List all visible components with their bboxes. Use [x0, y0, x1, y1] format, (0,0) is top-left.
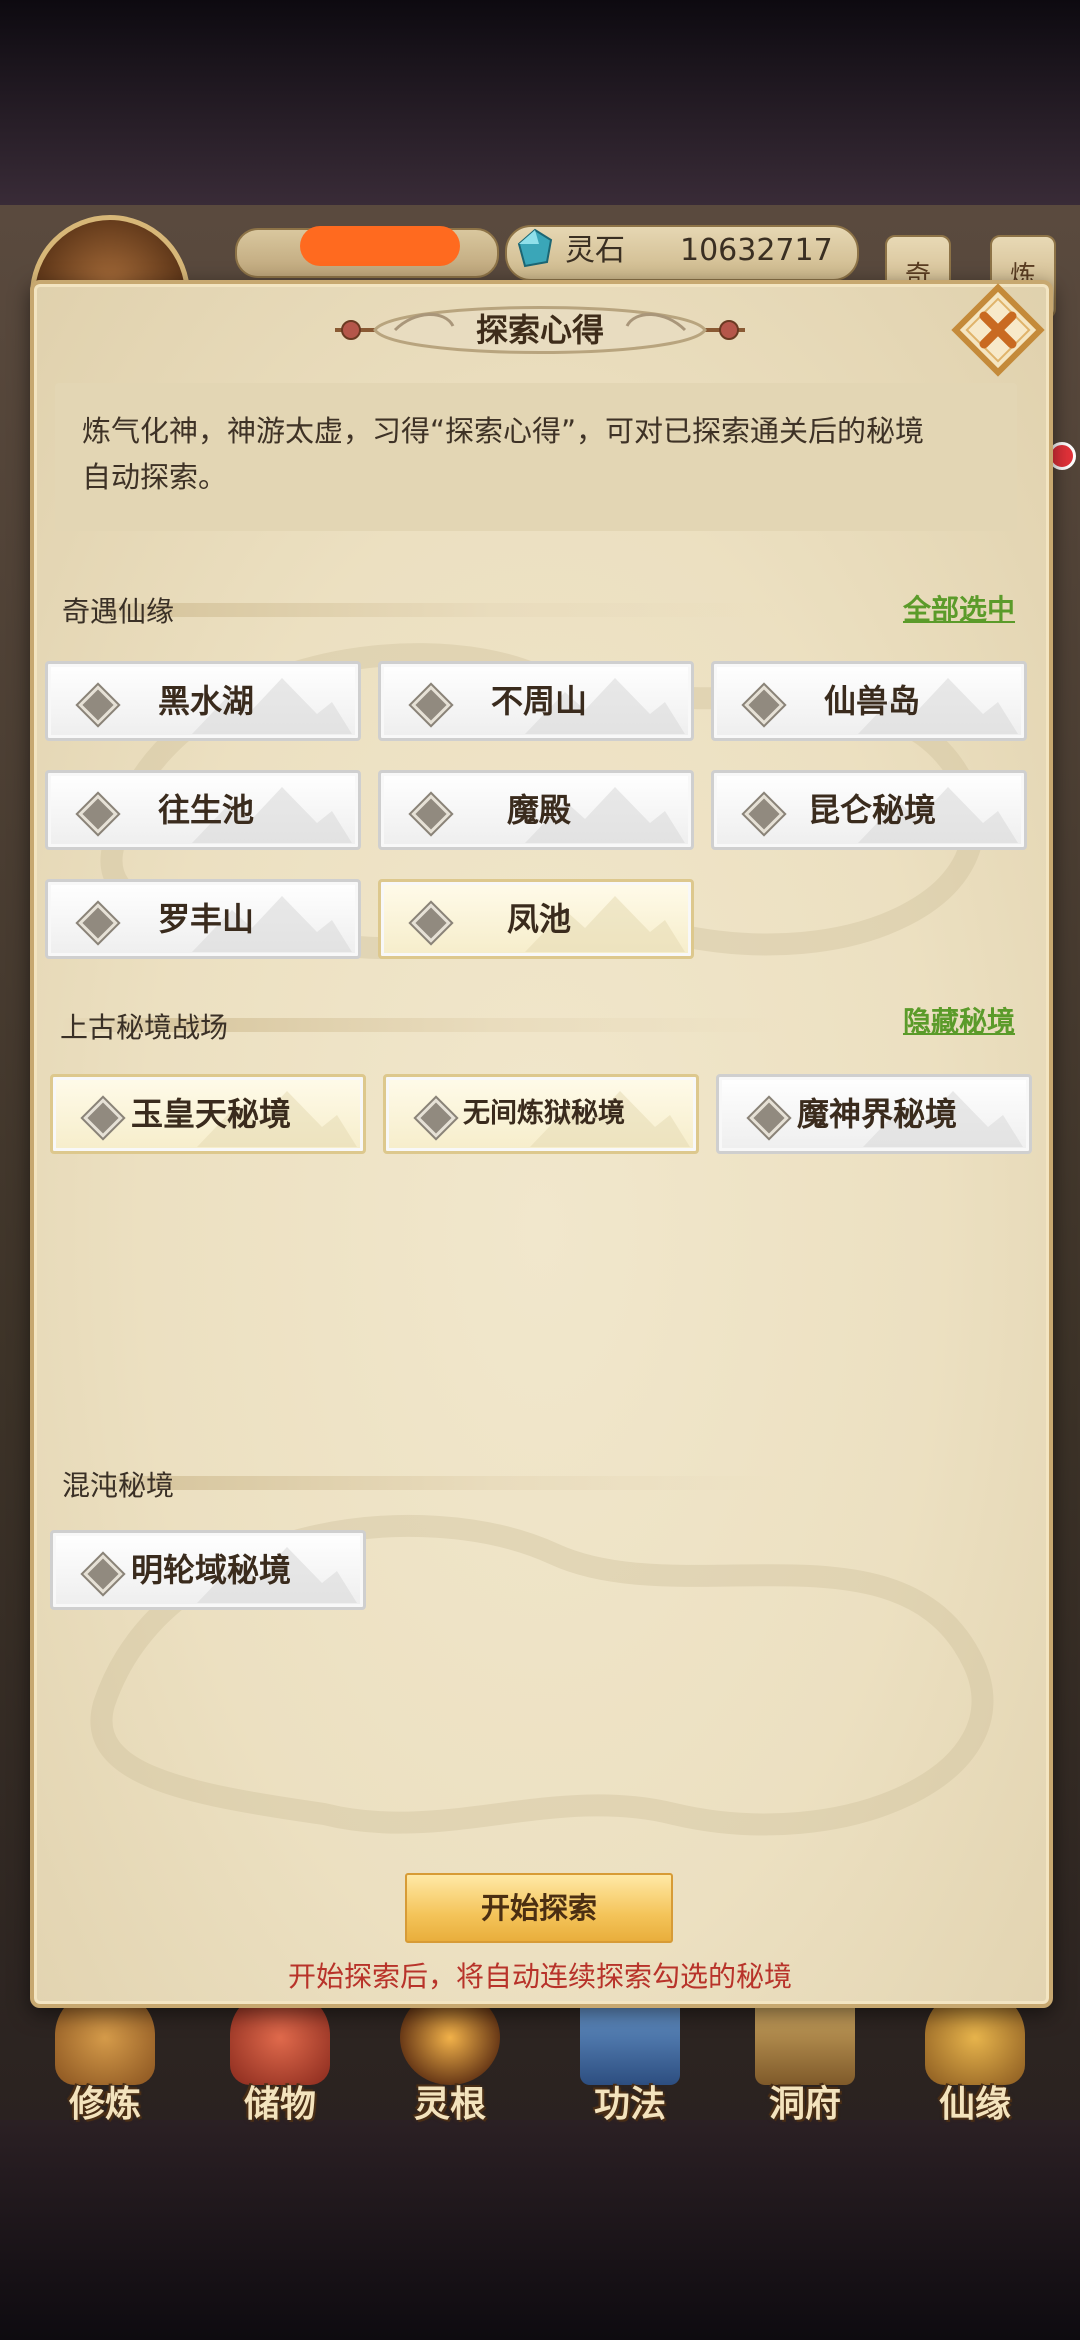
nav-cultivate[interactable]: 修炼: [20, 1990, 190, 2130]
description-text: 炼气化神，神游太虚，习得“探索心得”，可对已探索通关后的秘境 自动探索。: [82, 408, 1002, 500]
location-label: 往生池: [157, 791, 254, 829]
location-label: 凤池: [506, 900, 571, 938]
location-chip-wujianlianyu[interactable]: 无间炼狱秘境: [383, 1074, 699, 1154]
status-area: [0, 0, 1080, 210]
nav-cultivate-label: 修炼: [68, 2084, 141, 2125]
location-label: 玉皇天秘境: [130, 1095, 291, 1133]
bottom-nav: 修炼 储物 灵根 功法 洞府 仙缘: [0, 1990, 1080, 2130]
location-chip-minglunyu[interactable]: 明轮域秘境: [50, 1530, 366, 1610]
location-chip-luofengshan[interactable]: 罗丰山: [45, 879, 361, 959]
start-explore-button[interactable]: 开始探索: [405, 1873, 673, 1943]
location-label: 不周山: [490, 682, 587, 720]
section-title-encounters: 奇遇仙缘: [62, 595, 175, 628]
location-label: 罗丰山: [157, 900, 254, 938]
dialog-title: 探索心得: [475, 311, 604, 349]
location-chip-kunlun[interactable]: 昆仑秘境: [711, 770, 1027, 850]
nav-spirit-root[interactable]: 灵根: [365, 1990, 535, 2130]
location-chip-yuhuangtian[interactable]: 玉皇天秘境: [50, 1074, 366, 1154]
location-label: 黑水湖: [157, 682, 254, 720]
select-all-link[interactable]: 全部选中: [903, 588, 1015, 628]
nav-technique-label: 功法: [593, 2084, 666, 2125]
nav-storage[interactable]: 储物: [195, 1990, 365, 2130]
section-title-ancient-battlefield: 上古秘境战场: [60, 1011, 229, 1044]
location-label: 无间炼狱秘境: [463, 1098, 625, 1129]
spirit-stone-icon: [517, 228, 553, 268]
nav-cave-label: 洞府: [768, 2084, 841, 2125]
location-label: 魔殿: [506, 791, 571, 829]
nav-storage-label: 储物: [243, 2084, 316, 2125]
location-chip-fengchi[interactable]: 凤池: [378, 879, 694, 959]
nav-technique[interactable]: 功法: [545, 1990, 715, 2130]
explore-hint-text: 开始探索后，将自动连续探索勾选的秘境: [287, 1960, 792, 1993]
nav-cave[interactable]: 洞府: [720, 1990, 890, 2130]
location-chip-modian[interactable]: 魔殿: [378, 770, 694, 850]
close-button[interactable]: [950, 282, 1046, 378]
location-label: 明轮域秘境: [130, 1551, 291, 1589]
location-chip-moshenjie[interactable]: 魔神界秘境: [716, 1074, 1032, 1154]
location-label: 昆仑秘境: [807, 791, 936, 829]
nav-fate-label: 仙缘: [938, 2084, 1011, 2125]
hidden-realms-link[interactable]: 隐藏秘境: [903, 1000, 1015, 1040]
location-chip-xianshoudao[interactable]: 仙兽岛: [711, 661, 1027, 741]
redacted-player-name: [300, 226, 460, 266]
section-title-chaos: 混沌秘境: [62, 1469, 175, 1502]
nav-fate[interactable]: 仙缘: [890, 1990, 1060, 2130]
location-chip-heishuihu[interactable]: 黑水湖: [45, 661, 361, 741]
description-line-2: 自动探索。: [82, 460, 228, 494]
location-chip-buzhoushan[interactable]: 不周山: [378, 661, 694, 741]
description-line-1: 炼气化神，神游太虚，习得“探索心得”，可对已探索通关后的秘境: [82, 414, 925, 448]
currency-label: 灵石: [565, 233, 625, 268]
location-label: 魔神界秘境: [796, 1095, 957, 1133]
currency-value: 10632717: [680, 233, 833, 268]
bottom-area: [0, 2120, 1080, 2340]
cloud-decoration: [90, 1515, 994, 1836]
nav-spirit-root-label: 灵根: [413, 2084, 486, 2125]
location-label: 仙兽岛: [823, 682, 920, 720]
location-chip-wangshengchi[interactable]: 往生池: [45, 770, 361, 850]
